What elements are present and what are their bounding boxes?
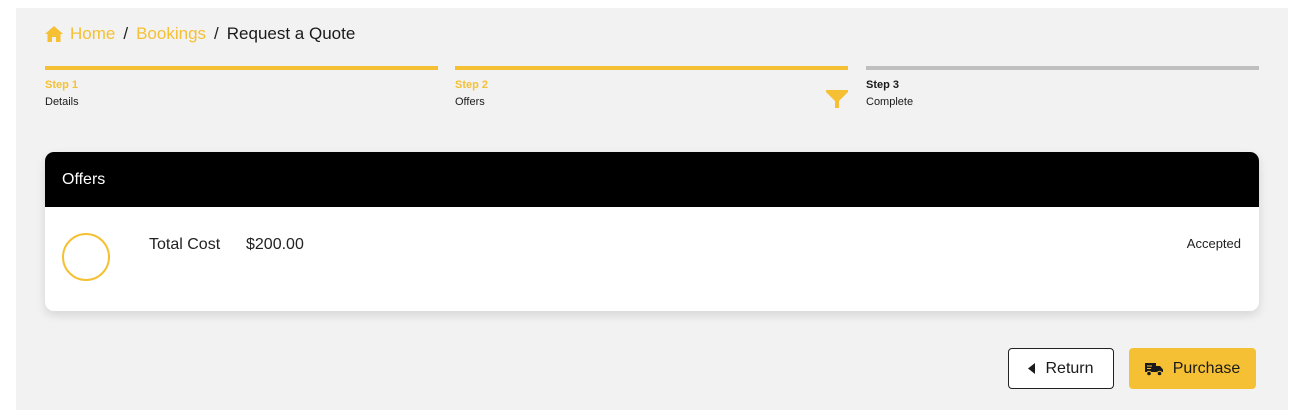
step-offers[interactable]: Step 2 Offers bbox=[455, 66, 848, 116]
step-number: Step 1 bbox=[45, 79, 79, 91]
offers-card-header: Offers bbox=[45, 152, 1259, 207]
total-cost-label: Total Cost bbox=[149, 236, 221, 253]
breadcrumb-bookings-link[interactable]: Bookings bbox=[136, 24, 206, 44]
step-number: Step 3 bbox=[866, 79, 900, 91]
total-cost-value: $200.00 bbox=[246, 236, 304, 253]
step-number: Step 2 bbox=[455, 79, 489, 91]
step-progress-bar bbox=[866, 66, 1259, 70]
purchase-button[interactable]: Purchase bbox=[1129, 348, 1256, 389]
caret-left-icon bbox=[1028, 363, 1036, 374]
filter-icon bbox=[826, 90, 848, 108]
step-name: Complete bbox=[866, 96, 914, 108]
step-progress-bar bbox=[45, 66, 438, 70]
return-button[interactable]: Return bbox=[1008, 348, 1114, 389]
step-name: Details bbox=[45, 96, 79, 108]
offer-select-radio[interactable] bbox=[62, 233, 110, 281]
breadcrumb: Home / Bookings / Request a Quote bbox=[45, 23, 355, 45]
truck-icon bbox=[1144, 362, 1163, 376]
breadcrumb-current: Request a Quote bbox=[226, 24, 356, 43]
step-details[interactable]: Step 1 Details bbox=[45, 66, 438, 116]
breadcrumb-separator: / bbox=[214, 24, 219, 43]
breadcrumb-home-link[interactable]: Home bbox=[70, 24, 115, 44]
return-button-label: Return bbox=[1045, 359, 1094, 377]
breadcrumb-separator: / bbox=[123, 24, 129, 43]
page-container: Home / Bookings / Request a Quote Step 1… bbox=[16, 8, 1288, 410]
offer-row[interactable]: Total Cost $200.00 Accepted bbox=[45, 207, 1259, 311]
offers-card: Offers Total Cost $200.00 Accepted bbox=[45, 152, 1259, 311]
offer-status: Accepted bbox=[1186, 236, 1241, 251]
step-complete[interactable]: Step 3 Complete bbox=[866, 66, 1259, 116]
home-icon[interactable] bbox=[45, 26, 63, 42]
purchase-button-label: Purchase bbox=[1172, 359, 1241, 377]
step-name: Offers bbox=[455, 96, 485, 108]
step-progress-bar bbox=[455, 66, 848, 70]
offers-card-title: Offers bbox=[62, 171, 106, 188]
